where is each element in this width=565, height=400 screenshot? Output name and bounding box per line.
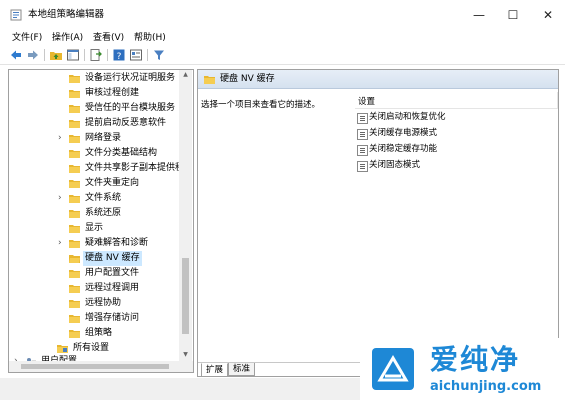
watermark: 爱纯净 aichunjing.com (360, 338, 565, 400)
menu-view[interactable]: 查看(V) (93, 32, 124, 44)
menu-bar: 文件(F) 操作(A) 查看(V) 帮助(H) (0, 30, 565, 46)
policy-editor-icon (10, 9, 22, 21)
menu-action[interactable]: 操作(A) (52, 32, 83, 44)
tree-item-label: 文件共享影子副本提供程 (85, 163, 185, 173)
folder-icon (69, 330, 80, 338)
policy-setting-icon (357, 129, 368, 140)
tree-pane[interactable]: 设备运行状况证明服务 审核过程创建 受信任的平台模块服务 提前启动反恶意软件 ›… (8, 69, 194, 363)
filter-icon[interactable] (152, 48, 166, 62)
tree-item-label: 网络登录 (85, 133, 122, 143)
tree-item-label: 所有设置 (73, 343, 110, 353)
folder-icon (204, 76, 215, 84)
folder-icon (69, 195, 80, 203)
maximize-button[interactable]: ☐ (496, 0, 530, 30)
folder-icon (69, 75, 80, 83)
folder-icon (69, 300, 80, 308)
folder-icon (69, 165, 80, 173)
column-header-setting[interactable]: 设置 (355, 92, 558, 109)
folder-icon (69, 285, 80, 293)
expand-chevron-icon[interactable]: › (58, 236, 66, 251)
details-header: 硬盘 NV 缓存 (198, 70, 558, 89)
folder-icon (69, 90, 80, 98)
tab-standard[interactable]: 标准 (228, 363, 256, 376)
tree-item-label: 增强存储访问 (85, 313, 140, 323)
tab-extended[interactable]: 扩展 (201, 363, 229, 376)
column-header-label: 设置 (358, 97, 376, 107)
export-list-icon[interactable] (89, 48, 103, 62)
folder-icon (69, 105, 80, 113)
menu-file[interactable]: 文件(F) (12, 32, 42, 44)
properties-icon[interactable] (129, 48, 143, 62)
folder-up-icon[interactable] (49, 48, 63, 62)
window-title: 本地组策略编辑器 (28, 9, 105, 20)
setting-label: 关闭固态模式 (369, 160, 421, 170)
watermark-brand: 爱纯净 (430, 343, 521, 376)
scrollbar-thumb[interactable] (21, 364, 169, 369)
tree-item-label: 显示 (85, 223, 104, 233)
folder-icon (69, 150, 80, 158)
tree-item-label: 受信任的平台模块服务 (85, 103, 176, 113)
tree-item-label: 远程过程调用 (85, 283, 140, 293)
back-arrow-icon[interactable] (9, 48, 23, 62)
tree-item-label: 文件分类基础结构 (85, 148, 158, 158)
policy-setting-icon (357, 113, 368, 124)
folder-icon (69, 315, 80, 323)
folder-icon (69, 225, 80, 233)
tree-item-label: 组策略 (85, 328, 113, 338)
expand-chevron-icon[interactable]: › (58, 131, 66, 146)
tree-item-label: 远程协助 (85, 298, 122, 308)
setting-label: 关闭启动和恢复优化 (369, 112, 446, 122)
folder-icon (69, 135, 80, 143)
tree-vertical-scrollbar[interactable]: ▲ ▼ (179, 70, 192, 362)
tree-item-label: 文件系统 (85, 193, 122, 203)
watermark-site: aichunjing.com (430, 379, 542, 394)
expand-chevron-icon[interactable]: › (58, 191, 66, 206)
help-icon[interactable]: ? (112, 48, 126, 62)
brand-logo-icon (372, 348, 414, 390)
folder-icon (69, 240, 80, 248)
folder-icon (69, 210, 80, 218)
tree-item-label: 审核过程创建 (85, 88, 140, 98)
tree-item-label: 用户配置文件 (85, 268, 140, 278)
folder-icon (69, 120, 80, 128)
details-title: 硬盘 NV 缓存 (220, 74, 275, 84)
setting-label: 关闭缓存电源模式 (369, 128, 438, 138)
setting-label: 关闭稳定缓存功能 (369, 144, 438, 154)
scrollbar-thumb[interactable] (182, 258, 189, 334)
show-hide-tree-icon[interactable] (66, 48, 80, 62)
svg-text:?: ? (117, 52, 122, 62)
all-settings-icon (57, 345, 68, 353)
tree-item-label: 硬盘 NV 缓存 (83, 251, 142, 266)
minimize-button[interactable]: — (462, 0, 496, 30)
toolbar: ? (0, 46, 565, 65)
tree-item-label: 文件夹重定向 (85, 178, 140, 188)
tree-horizontal-scrollbar[interactable] (8, 361, 194, 373)
tree-item-label: 设备运行状况证明服务 (85, 73, 176, 83)
folder-icon (69, 270, 80, 278)
forward-arrow-icon[interactable] (26, 48, 40, 62)
tree-item-label: 提前启动反恶意软件 (85, 118, 167, 128)
details-pane: 硬盘 NV 缓存 选择一个项目来查看它的描述。 设置 关闭启动和恢复优化 关闭缓… (197, 69, 559, 377)
close-button[interactable]: ✕ (531, 0, 565, 30)
tree-item-label: 系统还原 (85, 208, 122, 218)
title-bar: 本地组策略编辑器 — ☐ ✕ (0, 0, 565, 30)
folder-icon (69, 180, 80, 188)
policy-setting-icon (357, 161, 368, 172)
description-text: 选择一个项目来查看它的描述。 (201, 100, 321, 110)
policy-setting-icon (357, 145, 368, 156)
menu-help[interactable]: 帮助(H) (134, 32, 166, 44)
folder-open-icon (69, 255, 80, 263)
tree-item-label: 疑难解答和诊断 (85, 238, 149, 248)
